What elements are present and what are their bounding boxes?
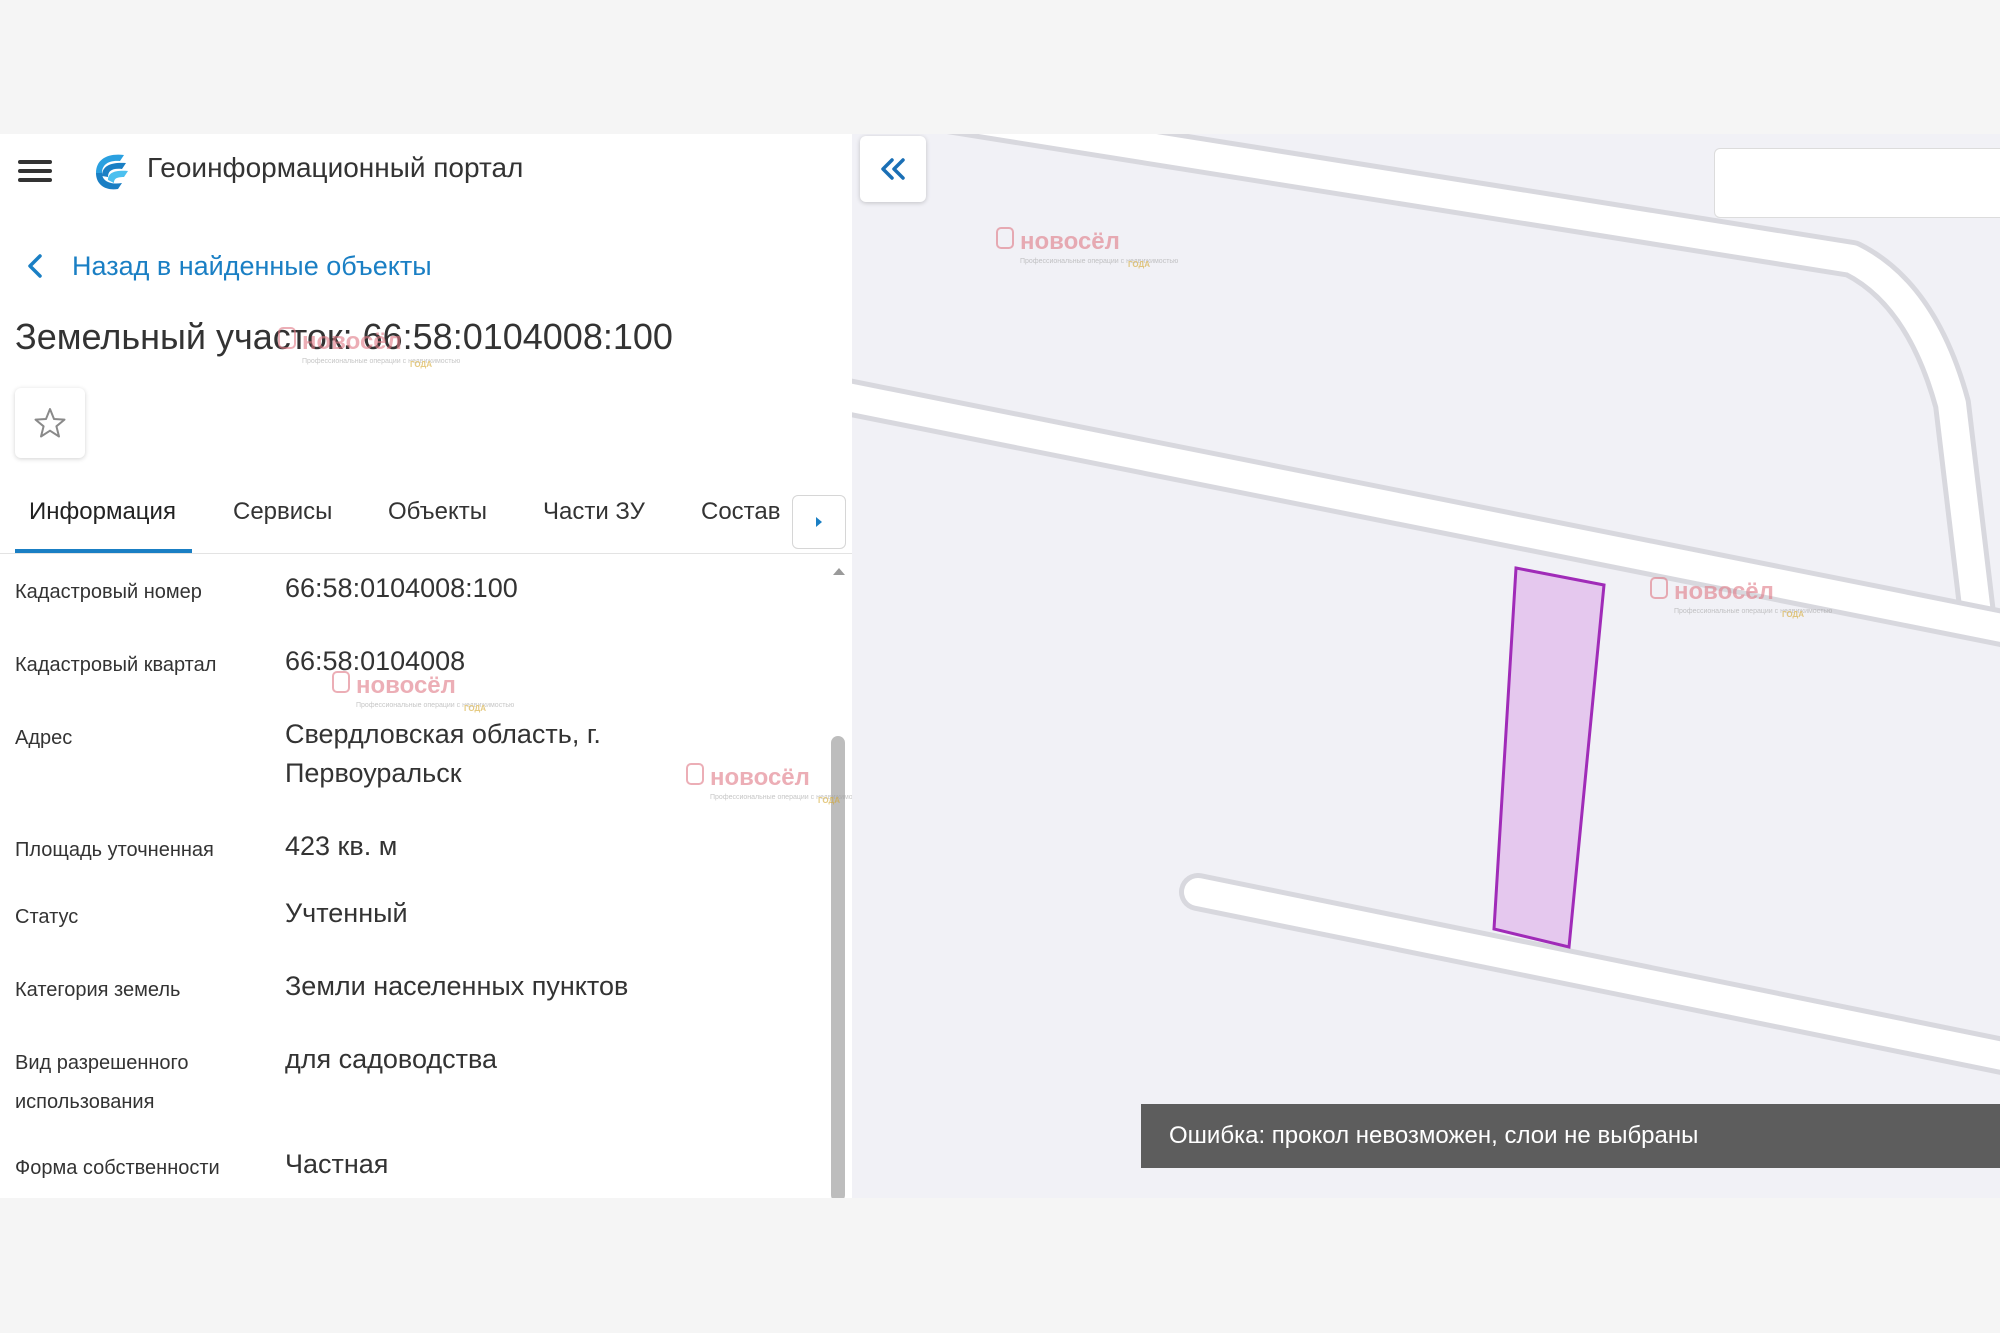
watermark-tagline: Профессиональные операции с недвижимость… [302,358,461,365]
tab-composition[interactable]: Состав [701,498,781,526]
watermark: новосёл Профессиональные операции с недв… [684,760,852,820]
map-search-input[interactable] [1714,148,2000,218]
map-canvas[interactable] [852,134,2000,1198]
field-label-permitted-use-line1: Вид разрешенного [15,1052,189,1074]
field-label-cadastral-number: Кадастровый номер [15,581,202,603]
field-value-cadastral-quarter: 66:58:0104008 [285,646,466,676]
tab-land-parts[interactable]: Части ЗУ [543,498,645,526]
map-view[interactable]: новосёл Профессиональные операции с недв… [852,134,2000,1198]
field-label-ownership: Форма собственности [15,1157,220,1179]
hamburger-icon[interactable] [18,158,52,184]
app-header: Геоинформационный портал [0,134,852,206]
field-value-ownership: Частная [285,1149,389,1179]
field-value-permitted-use: для садоводства [285,1044,498,1074]
field-value-cadastral-number: 66:58:0104008:100 [285,573,518,603]
error-toast: Ошибка: прокол невозможен, слои не выбра… [1141,1104,2000,1168]
field-label-cadastral-quarter: Кадастровый квартал [15,654,217,676]
star-outline-icon [34,408,66,438]
portal-logo-icon [96,154,128,190]
tab-services[interactable]: Сервисы [233,498,332,526]
land-parcel-polygon[interactable] [1492,566,1606,949]
info-panel: Геоинформационный портал Назад в найденн… [0,134,852,1198]
tabs-divider [0,553,852,554]
tabs-scroll-right-button[interactable] [792,495,846,549]
watermark-logo-icon [686,763,704,785]
caret-right-icon [816,517,822,527]
watermark-badge: ГОДА [464,704,487,713]
field-label-area: Площадь уточненная [15,839,214,861]
watermark-brand: новосёл [710,764,810,791]
info-scrollbar-thumb[interactable] [831,736,845,1198]
field-label-status: Статус [15,906,79,928]
scroll-up-arrow-icon[interactable] [830,564,848,578]
active-tab-indicator [15,549,192,553]
back-to-results-link[interactable]: Назад в найденные объекты [24,246,432,286]
field-value-address-line1: Свердловская область, г. [285,719,601,749]
field-value-land-category: Земли населенных пунктов [285,971,629,1001]
field-value-status: Учтенный [285,898,408,928]
field-label-address: Адрес [15,727,73,749]
collapse-panel-button[interactable] [860,136,926,202]
back-link-label: Назад в найденные объекты [72,250,432,281]
field-value-address-line2: Первоуральск [285,758,462,788]
chevron-left-icon [28,254,42,278]
field-label-land-category: Категория земель [15,979,181,1001]
favorite-button[interactable] [15,388,85,458]
app-title: Геоинформационный портал [147,152,524,183]
field-label-permitted-use-line2: использования [15,1091,155,1113]
double-chevron-left-icon [881,158,905,180]
watermark-tagline: Профессиональные операции с недвижимость… [356,702,515,709]
watermark-badge: ГОДА [410,360,433,369]
app-window: Геоинформационный портал Назад в найденн… [0,134,2000,1198]
tab-objects[interactable]: Объекты [388,498,487,526]
object-title: Земельный участок: 66:58:0104008:100 [15,316,673,357]
field-value-area: 423 кв. м [285,831,398,861]
tab-information[interactable]: Информация [29,498,176,526]
